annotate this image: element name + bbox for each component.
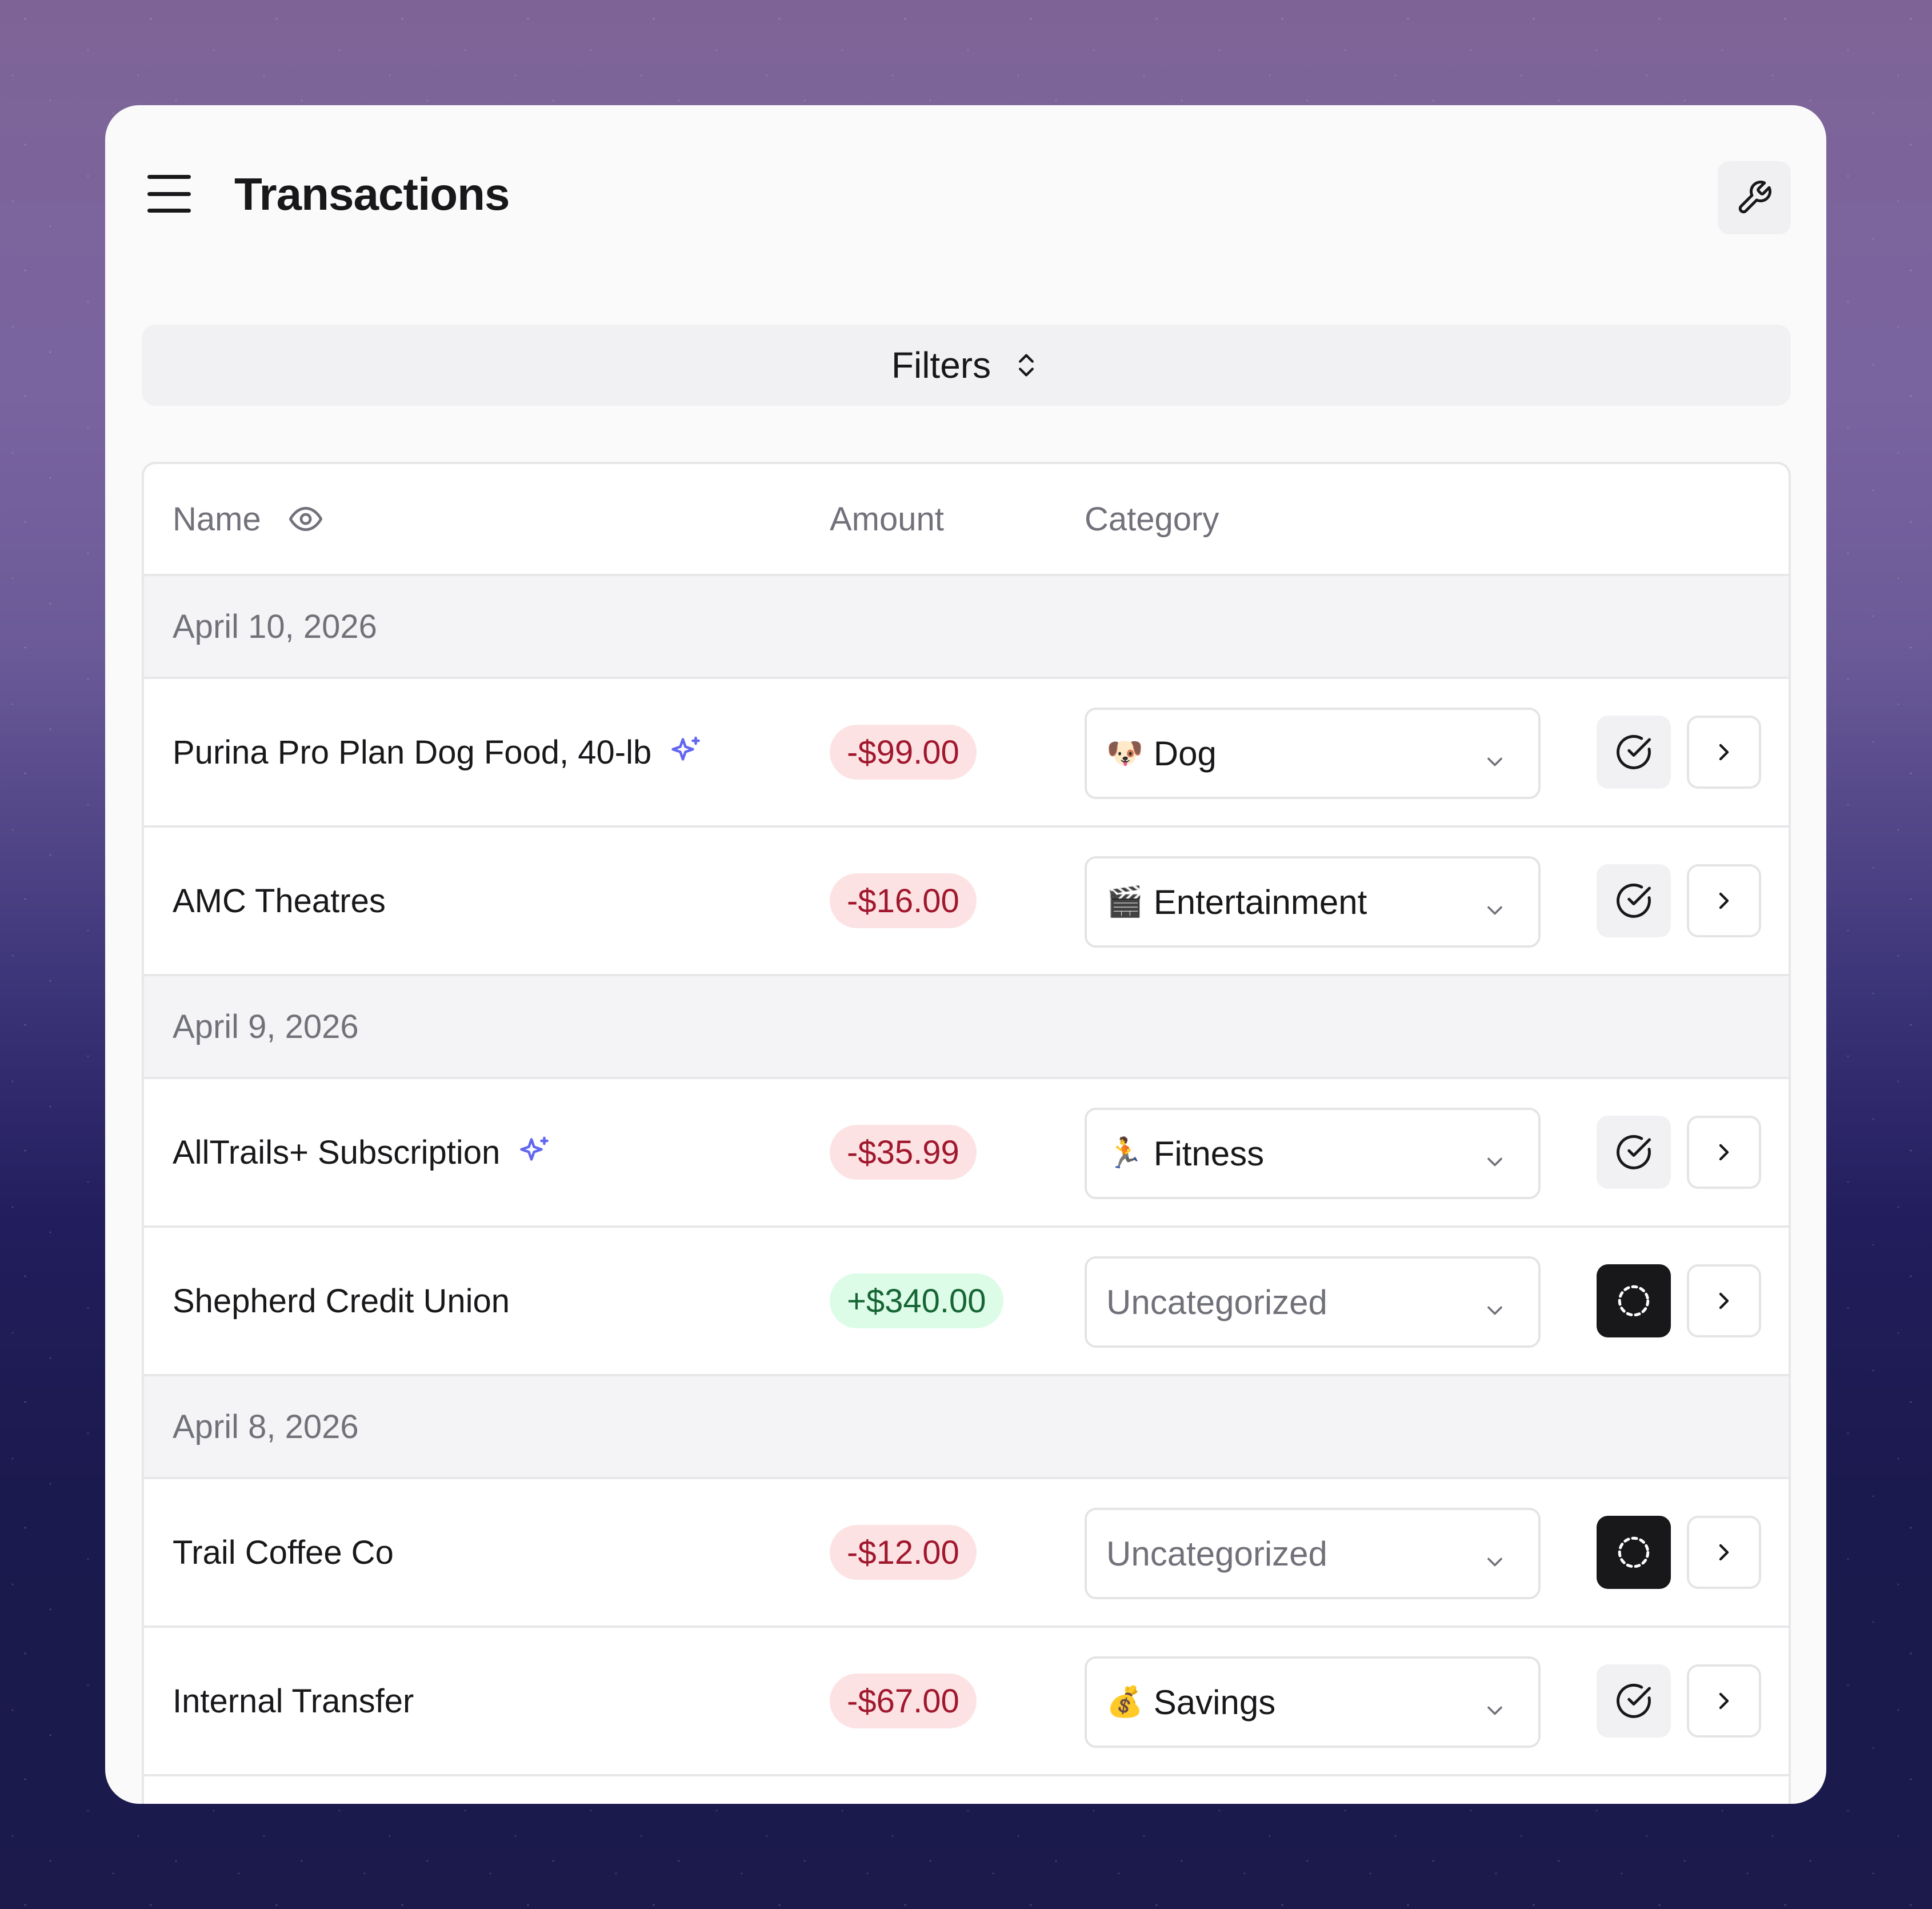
mark-unreviewed-button[interactable] (1597, 1264, 1671, 1337)
chevron-right-icon (1710, 1287, 1738, 1315)
category-emoji-icon: 🏃 (1106, 1137, 1143, 1170)
transaction-row (144, 1776, 1789, 1804)
transaction-name-cell: Shepherd Credit Union (173, 1228, 510, 1374)
mark-reviewed-button[interactable] (1597, 864, 1671, 937)
category-select[interactable]: Uncategorized (1085, 1508, 1541, 1599)
column-header-amount: Amount (830, 500, 944, 538)
column-header-name: Name (173, 464, 324, 574)
chevron-right-icon (1710, 738, 1738, 766)
filters-label: Filters (891, 345, 991, 386)
page-header: Transactions (105, 105, 1826, 288)
page-title: Transactions (234, 169, 510, 219)
amount-badge: -$99.00 (830, 725, 977, 780)
date-label: April 10, 2026 (173, 608, 377, 645)
open-transaction-button[interactable] (1687, 864, 1761, 937)
dashed-circle-icon (1615, 1282, 1653, 1320)
column-header-name-label: Name (173, 500, 261, 538)
chevron-down-icon (1482, 743, 1507, 782)
category-select[interactable]: 🐶 Dog (1085, 708, 1541, 799)
mark-reviewed-button[interactable] (1597, 716, 1671, 789)
transaction-name: AMC Theatres (173, 882, 386, 920)
mark-reviewed-button[interactable] (1597, 1664, 1671, 1738)
category-emoji-icon: 🐶 (1106, 737, 1143, 770)
column-header-category: Category (1085, 500, 1219, 538)
chevron-down-icon (1482, 892, 1507, 931)
sparkles-icon (669, 735, 703, 769)
transaction-name-cell: AMC Theatres (173, 828, 386, 974)
category-emoji-icon: 💰 (1106, 1686, 1143, 1719)
eye-icon[interactable] (287, 501, 324, 537)
transaction-row: Shepherd Credit Union +$340.00 Uncategoriz… (144, 1228, 1789, 1376)
transactions-table: Name Amount Category April 10, 2026 Purin… (142, 462, 1791, 1804)
wrench-icon (1738, 181, 1771, 214)
transaction-row: Internal Transfer -$67.00 💰 Savings (144, 1628, 1789, 1776)
category-label: Dog (1153, 734, 1217, 773)
transaction-name-cell: Purina Pro Plan Dog Food, 40-lb (173, 679, 703, 825)
filters-toggle[interactable]: Filters (142, 325, 1791, 406)
chevron-right-icon (1710, 1687, 1738, 1715)
chevron-down-icon (1482, 1292, 1507, 1331)
date-group-header: April 9, 2026 (144, 976, 1789, 1079)
open-transaction-button[interactable] (1687, 1264, 1761, 1337)
open-transaction-button[interactable] (1687, 1516, 1761, 1589)
open-transaction-button[interactable] (1687, 1664, 1761, 1738)
transaction-name: Internal Transfer (173, 1682, 414, 1720)
hamburger-icon[interactable] (147, 175, 191, 213)
transaction-name: AllTrails+ Subscription (173, 1133, 501, 1171)
date-group-header: April 10, 2026 (144, 576, 1789, 679)
date-group-header: April 8, 2026 (144, 1376, 1789, 1479)
check-circle-icon (1615, 1682, 1653, 1720)
check-circle-icon (1615, 733, 1653, 771)
amount-badge: -$12.00 (830, 1525, 977, 1580)
amount-badge: -$16.00 (830, 873, 977, 928)
date-label: April 8, 2026 (173, 1408, 359, 1445)
dashed-circle-icon (1615, 1533, 1653, 1571)
chevron-down-icon (1482, 1692, 1507, 1731)
transaction-name-cell: Internal Transfer (173, 1628, 414, 1774)
category-label: Uncategorized (1106, 1534, 1327, 1573)
amount-badge: +$340.00 (830, 1273, 1003, 1328)
amount-badge: -$67.00 (830, 1674, 977, 1728)
transaction-name-cell: AllTrails+ Subscription (173, 1079, 551, 1225)
mark-unreviewed-button[interactable] (1597, 1516, 1671, 1589)
open-transaction-button[interactable] (1687, 1116, 1761, 1189)
category-emoji-icon: 🎬 (1106, 885, 1143, 918)
date-label: April 9, 2026 (173, 1008, 359, 1045)
transaction-row: AMC Theatres -$16.00 🎬 Entertainment (144, 828, 1789, 976)
category-label: Entertainment (1153, 882, 1367, 921)
category-select[interactable]: 💰 Savings (1085, 1656, 1541, 1748)
amount-badge: -$35.99 (830, 1125, 977, 1180)
transaction-name: Purina Pro Plan Dog Food, 40-lb (173, 733, 652, 771)
sparkles-icon (517, 1135, 551, 1169)
category-label: Savings (1153, 1683, 1276, 1722)
transaction-row: Purina Pro Plan Dog Food, 40-lb -$99.00 🐶 D… (144, 679, 1789, 828)
mark-reviewed-button[interactable] (1597, 1116, 1671, 1189)
chevron-right-icon (1710, 1139, 1738, 1166)
table-body: April 10, 2026 Purina Pro Plan Dog Food, … (144, 576, 1789, 1804)
category-label: Uncategorized (1106, 1283, 1327, 1321)
transaction-name-cell: Trail Coffee Co (173, 1479, 394, 1626)
category-label: Fitness (1153, 1134, 1265, 1173)
chevrons-up-down-icon (1019, 354, 1034, 377)
transaction-row: Trail Coffee Co -$12.00 Uncategorized (144, 1479, 1789, 1628)
chevron-down-icon (1482, 1143, 1507, 1183)
chevron-right-icon (1710, 887, 1738, 914)
chevron-down-icon (1482, 1543, 1507, 1583)
transactions-card: Transactions Filters Name Amount Categor… (105, 105, 1826, 1804)
settings-button[interactable] (1718, 161, 1791, 234)
check-circle-icon (1615, 882, 1653, 920)
transaction-name: Shepherd Credit Union (173, 1282, 510, 1320)
table-header: Name Amount Category (144, 464, 1789, 576)
category-select[interactable]: 🎬 Entertainment (1085, 856, 1541, 948)
transaction-row: AllTrails+ Subscription -$35.99 🏃 Fitness (144, 1079, 1789, 1228)
open-transaction-button[interactable] (1687, 716, 1761, 789)
category-select[interactable]: 🏃 Fitness (1085, 1108, 1541, 1199)
chevron-right-icon (1710, 1539, 1738, 1566)
category-select[interactable]: Uncategorized (1085, 1256, 1541, 1348)
check-circle-icon (1615, 1133, 1653, 1171)
transaction-name: Trail Coffee Co (173, 1533, 394, 1571)
